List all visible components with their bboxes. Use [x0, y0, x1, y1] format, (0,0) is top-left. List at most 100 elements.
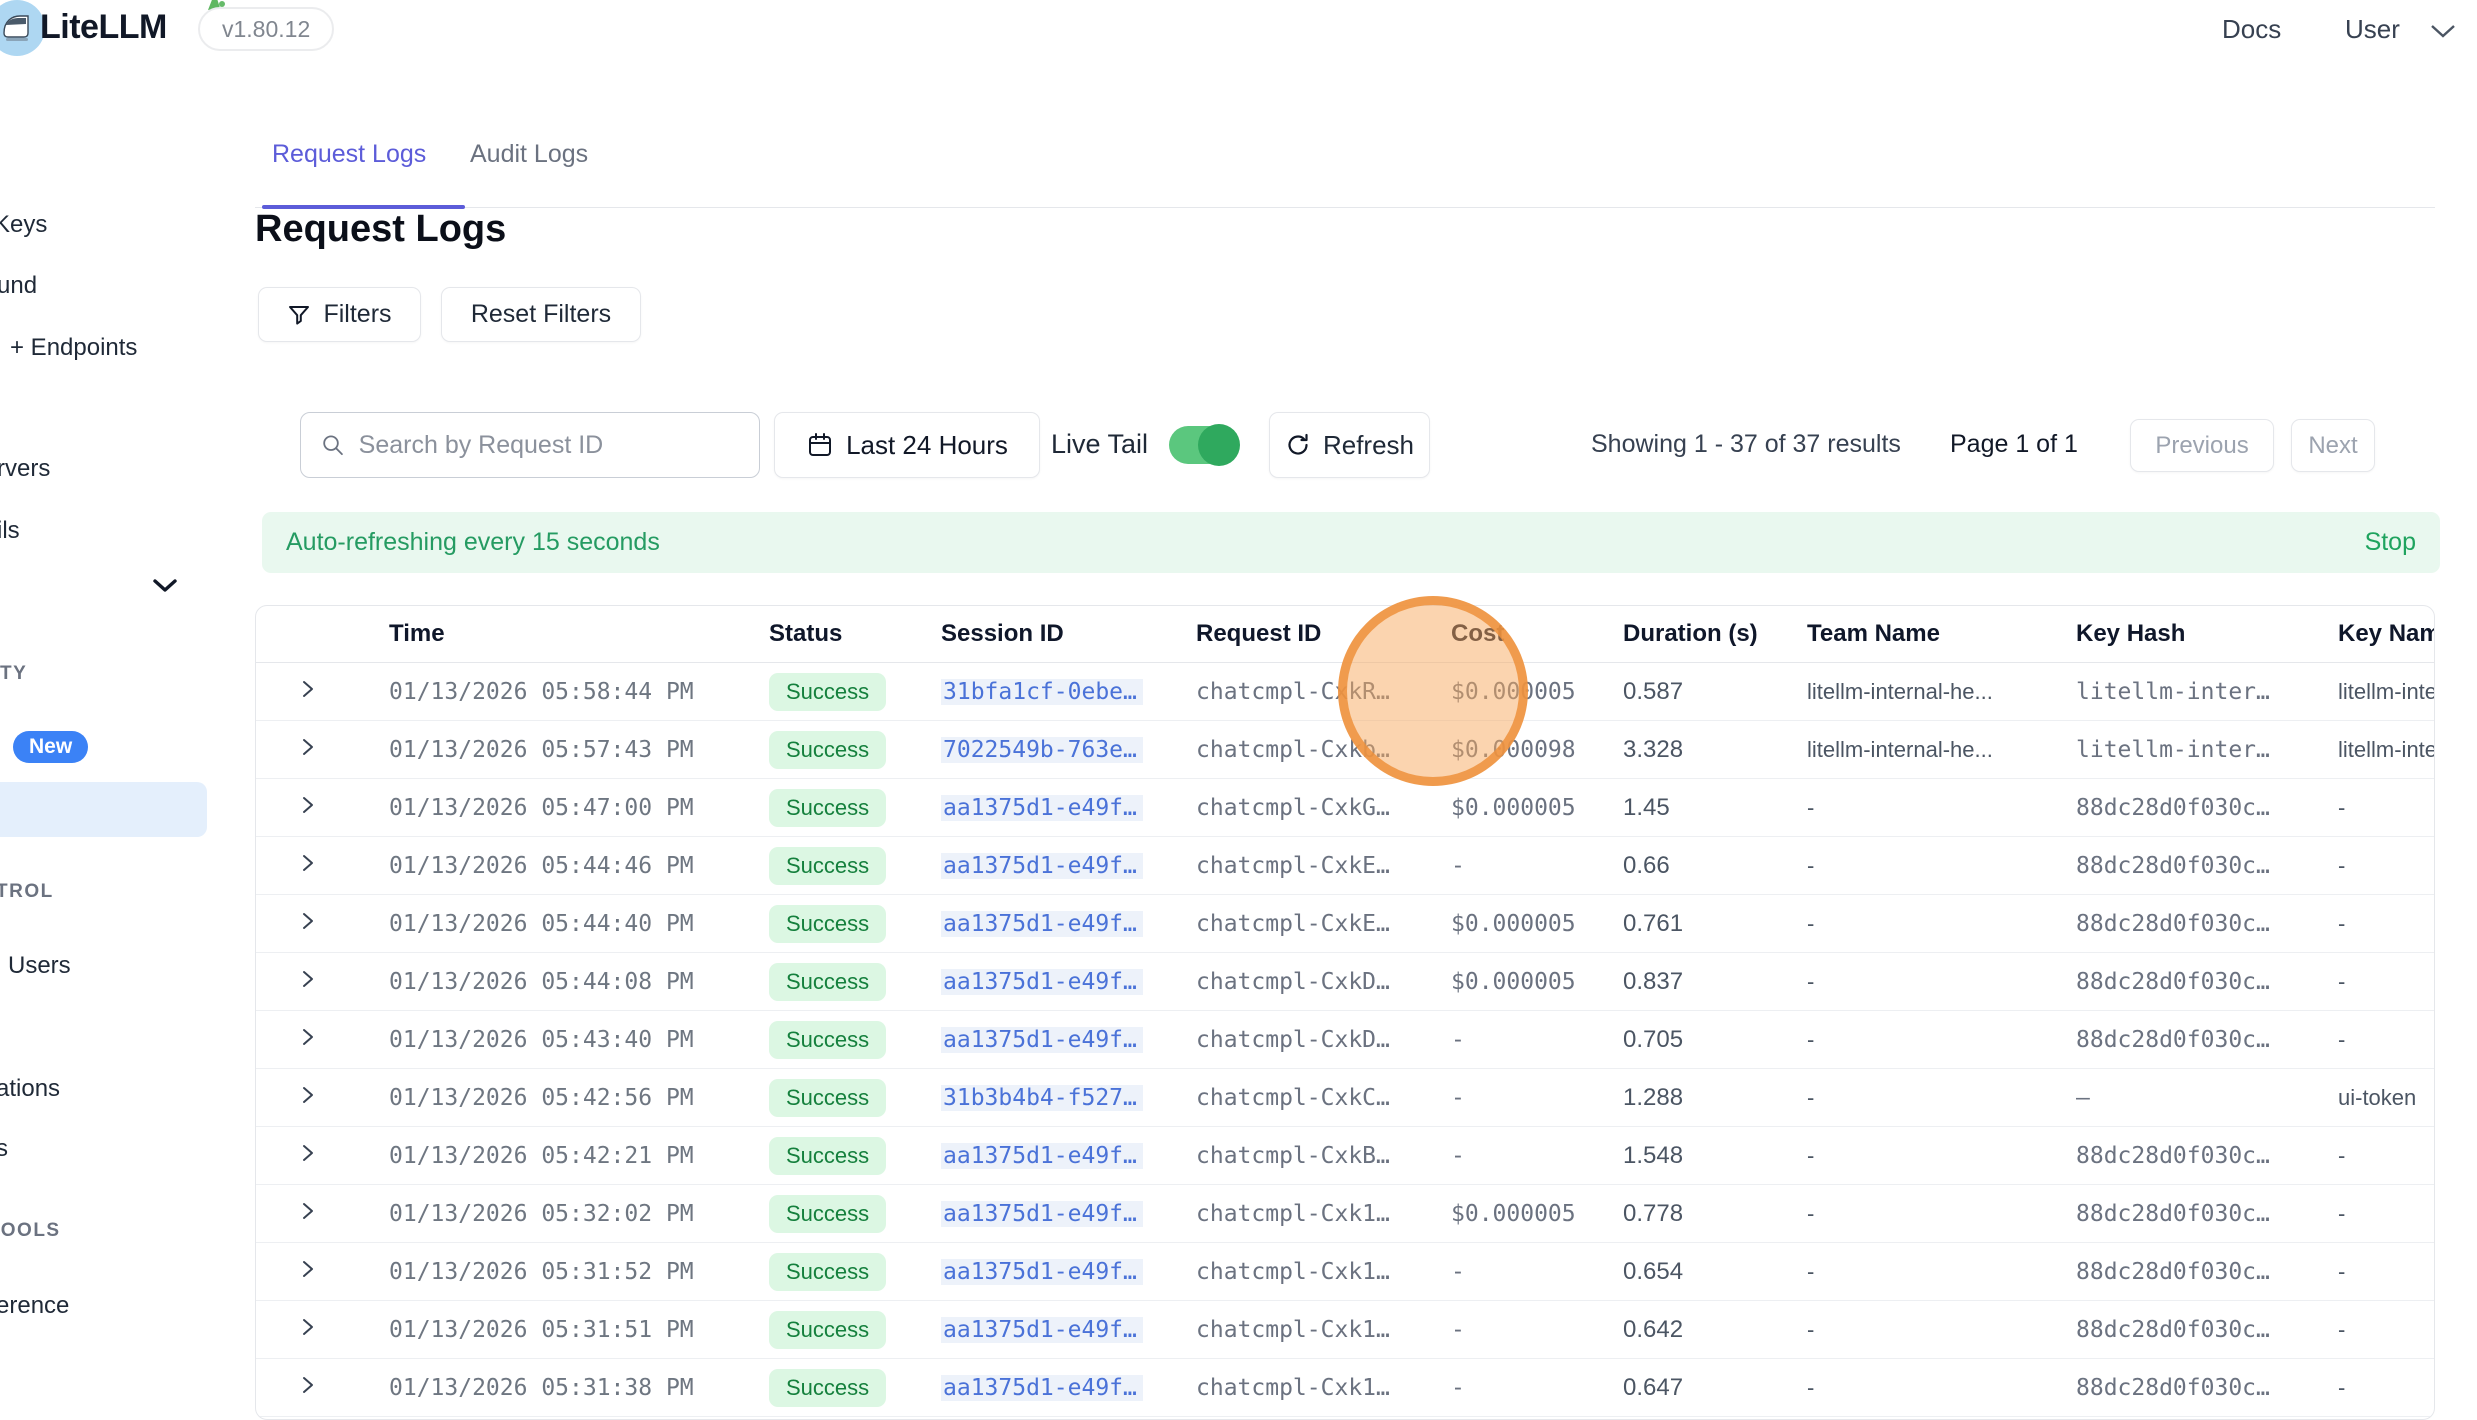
sidebar-item-models-endpoints[interactable]: + Endpoints: [10, 334, 137, 362]
expand-row-chevron-icon[interactable]: [299, 1375, 317, 1395]
cell-time: 01/13/2026 05:47:00 PM: [389, 795, 769, 821]
cell-team-name: -: [1807, 795, 2076, 821]
cell-key-name: ui-token: [2338, 1085, 2434, 1111]
expand-row-chevron-icon[interactable]: [299, 795, 317, 815]
status-badge: Success: [769, 673, 886, 711]
table-row[interactable]: 01/13/2026 05:42:21 PMSuccessaa1375d1-e4…: [256, 1127, 2434, 1185]
table-row[interactable]: 01/13/2026 05:31:52 PMSuccessaa1375d1-e4…: [256, 1243, 2434, 1301]
search-input[interactable]: [359, 431, 739, 460]
live-tail-toggle[interactable]: [1169, 426, 1237, 464]
table-row[interactable]: 01/13/2026 05:47:00 PMSuccessaa1375d1-e4…: [256, 779, 2434, 837]
session-id-link[interactable]: aa1375d1-e49f…: [941, 853, 1143, 879]
time-range-button[interactable]: Last 24 Hours: [774, 412, 1040, 478]
cell-duration: 0.654: [1623, 1258, 1807, 1286]
cell-key-name: -: [2338, 1143, 2434, 1169]
tabs-divider: [255, 207, 2435, 208]
auto-refresh-text: Auto-refreshing every 15 seconds: [286, 528, 660, 557]
table-row[interactable]: 01/13/2026 05:43:40 PMSuccessaa1375d1-e4…: [256, 1011, 2434, 1069]
table-row[interactable]: 01/13/2026 05:44:08 PMSuccessaa1375d1-e4…: [256, 953, 2434, 1011]
table-row[interactable]: 01/13/2026 05:44:40 PMSuccess aa1375d1-e4…: [256, 895, 2434, 953]
sidebar-item-guardrails[interactable]: ils: [0, 517, 20, 545]
session-id-link[interactable]: aa1375d1-e49f…: [941, 969, 1143, 995]
session-id-link[interactable]: aa1375d1-e49f…: [941, 911, 1143, 937]
search-box[interactable]: [300, 412, 760, 478]
cell-team-name: litellm-internal-he...: [1807, 737, 2076, 763]
session-id-link[interactable]: 31bfa1cf-0ebe…: [941, 679, 1143, 705]
cell-key-hash: 88dc28d0f030c…: [2076, 1317, 2338, 1343]
expand-row-chevron-icon[interactable]: [299, 1317, 317, 1337]
expand-row-chevron-icon[interactable]: [299, 1085, 317, 1105]
table-row[interactable]: 01/13/2026 05:31:51 PMSuccess aa1375d1-e4…: [256, 1301, 2434, 1359]
cell-time: 01/13/2026 05:31:51 PM: [389, 1317, 769, 1343]
sidebar-item-internal-users[interactable]: Users: [8, 952, 71, 980]
sidebar-item-teams[interactable]: s: [0, 1135, 8, 1163]
expand-row-chevron-icon[interactable]: [299, 679, 317, 699]
session-id-link[interactable]: 7022549b-763e…: [941, 737, 1143, 763]
cell-duration: 3.328: [1623, 736, 1807, 764]
session-id-link[interactable]: aa1375d1-e49f…: [941, 1375, 1143, 1401]
filters-button[interactable]: Filters: [258, 287, 421, 342]
auto-refresh-banner: Auto-refreshing every 15 seconds Stop: [262, 512, 2440, 573]
tab-audit-logs[interactable]: Audit Logs: [470, 140, 588, 169]
litellm-logo[interactable]: [0, 0, 45, 56]
previous-page-button[interactable]: Previous: [2130, 419, 2274, 472]
expand-row-chevron-icon[interactable]: [299, 1027, 317, 1047]
cell-team-name: -: [1807, 1259, 2076, 1285]
cell-key-hash: 88dc28d0f030c…: [2076, 1143, 2338, 1169]
chevron-down-icon[interactable]: [2428, 22, 2458, 40]
expand-row-chevron-icon[interactable]: [299, 969, 317, 989]
cell-duration: 0.587: [1623, 678, 1807, 706]
table-row[interactable]: 01/13/2026 05:42:56 PMSuccess31b3b4b4-f5…: [256, 1069, 2434, 1127]
sidebar-expand-chevron-icon[interactable]: [152, 578, 178, 594]
refresh-button[interactable]: Refresh: [1269, 412, 1430, 478]
session-id-link[interactable]: aa1375d1-e49f…: [941, 1143, 1143, 1169]
cell-key-name: -: [2338, 795, 2434, 821]
table-row[interactable]: 01/13/2026 05:57:43 PMSuccess7022549b-76…: [256, 721, 2434, 779]
expand-row-chevron-icon[interactable]: [299, 853, 317, 873]
expand-row-chevron-icon[interactable]: [299, 1201, 317, 1221]
sidebar-item-playground[interactable]: und: [0, 272, 37, 300]
table-row[interactable]: 01/13/2026 05:31:38 PMSuccessaa1375d1-e4…: [256, 1359, 2434, 1417]
session-id-link[interactable]: aa1375d1-e49f…: [941, 1259, 1143, 1285]
sidebar-item-organizations[interactable]: ations: [0, 1075, 60, 1103]
status-badge: Success: [769, 905, 886, 943]
cell-team-name: -: [1807, 911, 2076, 937]
reset-filters-label: Reset Filters: [471, 300, 611, 329]
expand-row-chevron-icon[interactable]: [299, 911, 317, 931]
table-row[interactable]: 01/13/2026 05:32:02 PMSuccessaa1375d1-e4…: [256, 1185, 2434, 1243]
session-id-link[interactable]: aa1375d1-e49f…: [941, 795, 1143, 821]
cell-key-name: -: [2338, 1317, 2434, 1343]
session-id-link[interactable]: aa1375d1-e49f…: [941, 1027, 1143, 1053]
sidebar-item-selected[interactable]: [0, 782, 207, 837]
session-id-link[interactable]: 31b3b4b4-f527…: [941, 1085, 1143, 1111]
reset-filters-button[interactable]: Reset Filters: [441, 287, 641, 342]
stop-auto-refresh-link[interactable]: Stop: [2365, 528, 2416, 557]
status-badge: Success: [769, 847, 886, 885]
expand-row-chevron-icon[interactable]: [299, 1259, 317, 1279]
sidebar-item-keys[interactable]: Keys: [0, 211, 47, 239]
cell-key-name: -: [2338, 911, 2434, 937]
sidebar-item-servers[interactable]: rvers: [0, 455, 50, 483]
cell-time: 01/13/2026 05:44:40 PM: [389, 911, 769, 937]
cell-time: 01/13/2026 05:32:02 PM: [389, 1201, 769, 1227]
log-table-body: 01/13/2026 05:58:44 PMSuccess31bfa1cf-0e…: [256, 663, 2434, 1417]
cell-team-name: -: [1807, 1201, 2076, 1227]
table-row[interactable]: 01/13/2026 05:44:46 PMSuccess aa1375d1-e4…: [256, 837, 2434, 895]
expand-row-chevron-icon[interactable]: [299, 737, 317, 757]
nav-docs-link[interactable]: Docs: [2222, 14, 2281, 45]
cell-time: 01/13/2026 05:42:21 PM: [389, 1143, 769, 1169]
session-id-link[interactable]: aa1375d1-e49f…: [941, 1317, 1143, 1343]
table-row[interactable]: 01/13/2026 05:58:44 PMSuccess31bfa1cf-0e…: [256, 663, 2434, 721]
nav-user-menu[interactable]: User: [2345, 14, 2400, 45]
status-badge: Success: [769, 1311, 886, 1349]
sidebar-item-inference[interactable]: erence: [0, 1292, 69, 1320]
time-range-label: Last 24 Hours: [846, 430, 1008, 461]
next-page-button[interactable]: Next: [2291, 419, 2375, 472]
tab-request-logs[interactable]: Request Logs: [272, 140, 426, 169]
session-id-link[interactable]: aa1375d1-e49f…: [941, 1201, 1143, 1227]
cell-team-name: -: [1807, 1143, 2076, 1169]
header-status: Status: [769, 620, 941, 648]
calendar-icon: [806, 431, 834, 459]
cell-time: 01/13/2026 05:44:46 PM: [389, 853, 769, 879]
expand-row-chevron-icon[interactable]: [299, 1143, 317, 1163]
